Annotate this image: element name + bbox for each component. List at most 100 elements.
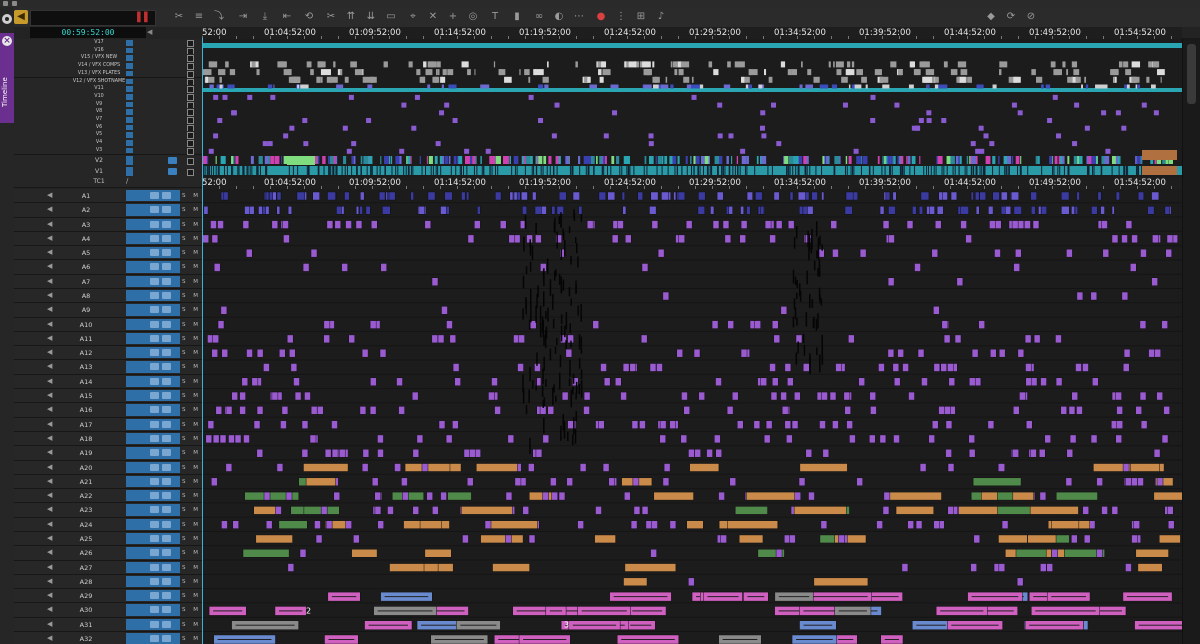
audio-clip[interactable] [467,234,475,244]
audio-clip[interactable] [784,363,792,372]
audio-clip[interactable] [938,406,945,415]
video-clip[interactable] [362,76,366,83]
audio-clip[interactable] [1130,463,1160,472]
audio-clip[interactable] [992,191,1000,201]
audio-clip[interactable] [625,234,632,244]
video-clip[interactable] [835,61,844,68]
audio-clip[interactable] [835,363,842,372]
audio-clip[interactable] [1030,448,1037,458]
audio-clip[interactable] [611,234,619,244]
video-clip[interactable] [205,69,212,76]
video-clip[interactable] [652,61,655,68]
audio-clip[interactable] [255,534,293,544]
audio-clip[interactable] [1032,220,1040,229]
video-clip[interactable] [695,156,700,164]
video-clip[interactable] [333,156,336,164]
video-clip[interactable] [1062,61,1066,68]
audio-clip[interactable] [718,491,725,501]
video-clip[interactable] [426,156,428,164]
video-clip[interactable] [1085,84,1089,89]
video-clip[interactable] [425,69,433,76]
audio-clip[interactable] [1115,391,1122,401]
video-clip[interactable] [648,156,654,164]
audio-clip[interactable] [424,549,452,558]
video-clip[interactable] [624,61,627,68]
audio-clip[interactable] [1075,363,1082,372]
video-clip[interactable] [959,76,966,83]
audio-clip[interactable] [326,220,334,229]
video-clip[interactable] [289,125,295,131]
audio-monitor-icon[interactable] [162,320,171,328]
video-clip[interactable] [723,84,731,89]
lift-overwrite-icon[interactable]: ⇤ [280,10,294,24]
audio-clip[interactable] [223,191,229,201]
track-lock-pencil-icon[interactable] [126,147,133,154]
audio-clip[interactable] [276,191,282,201]
audio-clip[interactable] [947,463,955,472]
video-clip[interactable] [763,69,767,76]
audio-clip[interactable] [361,463,369,472]
waveform-toggle-icon[interactable] [150,392,159,400]
audio-clip[interactable] [987,420,995,429]
video-clip[interactable] [831,84,837,89]
audio-clip[interactable] [1163,406,1170,415]
audio-clip[interactable] [678,234,685,244]
audio-clip[interactable] [371,477,379,487]
audio-clip[interactable] [1030,191,1037,201]
video-clip[interactable] [1074,102,1080,108]
audio-clip[interactable] [883,491,891,501]
video-clip[interactable] [283,133,289,139]
audio-clip[interactable] [988,206,994,215]
video-clip[interactable] [669,156,673,164]
audio-clip[interactable] [462,534,469,544]
video-clip[interactable] [643,84,652,89]
audio-clip[interactable] [1039,491,1047,501]
audio-clip[interactable] [879,434,887,444]
video-clip[interactable] [761,156,766,164]
audio-clip[interactable] [1115,434,1122,444]
audio-track-header[interactable]: ◀ A28 S M [14,574,202,590]
audio-clip[interactable] [888,206,896,215]
video-clip[interactable] [1112,156,1114,164]
video-clip[interactable] [913,156,916,164]
audio-clip[interactable] [325,520,333,529]
audio-clip[interactable] [452,420,459,429]
video-clip[interactable] [836,69,842,76]
video-clip[interactable] [202,88,1182,92]
video-clip[interactable] [1041,84,1044,89]
video-clip[interactable] [408,61,413,68]
video-clip[interactable] [691,76,694,83]
audio-clip[interactable] [217,220,224,229]
video-clip[interactable] [1078,156,1083,164]
audio-clip[interactable] [484,520,492,529]
video-clip[interactable] [971,156,976,164]
audio-clip[interactable] [698,191,706,201]
video-clip[interactable] [841,76,848,83]
video-clip[interactable] [610,84,619,89]
audio-clip[interactable] [669,420,676,429]
audio-clip[interactable] [882,506,890,515]
audio-clip[interactable] [320,506,328,515]
audio-clip[interactable] [431,277,439,286]
audio-clip[interactable] [275,506,282,515]
video-clip[interactable] [336,84,344,89]
video-clip[interactable] [287,156,315,165]
audio-clip[interactable] [795,334,803,344]
video-clip[interactable] [434,76,438,83]
audio-monitor-icon[interactable] [162,192,171,199]
audio-clip[interactable] [869,434,876,444]
video-clip[interactable] [626,156,630,164]
video-clip[interactable] [1118,61,1123,68]
solo-mute-buttons[interactable]: S M [182,379,201,385]
audio-clip[interactable] [1012,448,1019,458]
audio-clip[interactable] [388,191,396,201]
video-clip[interactable] [833,61,835,68]
audio-clip[interactable] [480,534,524,544]
video-clip[interactable] [959,156,962,164]
video-clip[interactable] [768,76,773,83]
video-clip[interactable] [1131,76,1140,83]
audio-clip[interactable] [427,191,436,201]
audio-clip[interactable] [859,248,867,258]
video-clip[interactable] [281,61,284,68]
audio-clip[interactable] [972,477,1022,487]
